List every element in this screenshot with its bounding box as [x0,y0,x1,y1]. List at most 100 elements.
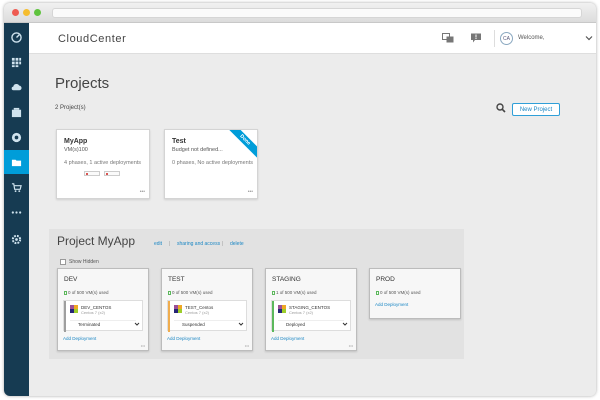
project-budget: Budget not defined... [172,147,223,153]
sidebar-item-settings[interactable] [4,227,29,251]
translate-icon[interactable] [442,33,454,43]
deployment-card[interactable]: STAGING_CENTOS Centos 7 (x2) Deployed [271,300,351,332]
more-icon [11,210,22,214]
show-hidden-checkbox[interactable] [60,259,66,265]
phase-card-dev[interactable]: DEV 0 of 500 VM(s) used DEV_CENTOS Cento… [57,268,149,351]
card-menu-icon[interactable]: ••• [140,189,145,195]
project-card-test[interactable]: Done Test Budget not defined... 0 phases… [164,129,258,199]
sidebar-item-dashboard[interactable] [4,25,29,49]
chevron-down-icon[interactable] [585,34,593,42]
sidebar-item-apps[interactable] [4,50,29,74]
chevron-down-icon[interactable] [134,321,140,327]
window-titlebar [4,3,596,23]
project-count: 2 Project(s) [55,105,86,111]
deployment-status-stripe [168,301,170,332]
sharing-access-link[interactable]: sharing and access [177,241,220,247]
sidebar-item-more[interactable] [4,200,29,224]
close-window-button[interactable] [12,9,19,16]
projects-folder-icon [11,159,22,166]
card-menu-icon[interactable]: ••• [248,189,253,195]
add-deployment-link[interactable]: Add Deployment [375,302,408,307]
add-deployment-link[interactable]: Add Deployment [167,336,200,341]
avatar[interactable]: CA [500,32,513,45]
apps-grid-icon [11,57,22,67]
vm-usage-icon [376,290,379,295]
centos-logo-icon [70,305,78,313]
page-title: Projects [55,75,110,92]
main-content: Projects 2 Project(s) New Project MyApp … [29,55,596,396]
phase-card-staging[interactable]: STAGING 1 of 500 VM(s) used STAGING_CENT… [265,268,357,351]
brand-logo: CloudCenter [58,33,127,45]
search-icon[interactable] [496,103,506,113]
centos-logo-icon [174,305,182,313]
top-bar: CloudCenter CA Welcome, [29,23,596,54]
project-detail-title: Project MyApp [57,234,136,248]
maximize-window-button[interactable] [34,9,41,16]
project-name: MyApp [64,138,88,145]
phase-indicator [104,171,120,176]
phase-name: DEV [64,276,78,283]
deployment-os: Centos 7 (x2) [81,310,106,315]
delete-link[interactable]: delete [230,241,244,247]
project-detail-panel: Project MyApp edit | sharing and access … [49,229,464,359]
sidebar-item-marketplace[interactable] [4,175,29,199]
deployment-os: Centos 7 (x2) [289,310,314,315]
minimize-window-button[interactable] [23,9,30,16]
sidebar-item-environments[interactable] [4,100,29,124]
add-deployment-link[interactable]: Add Deployment [63,336,96,341]
deployment-status: Deployed [278,320,344,328]
phase-menu-icon[interactable]: ••• [245,343,249,348]
welcome-text: Welcome, [518,35,545,41]
sidebar-item-deploy[interactable] [4,75,29,99]
add-deployment-link[interactable]: Add Deployment [271,336,304,341]
phase-name: TEST [168,276,185,283]
vm-usage-icon [168,290,171,295]
link-separator: | [169,241,171,247]
app-window: CloudCenter CA Welcome, Projects 2 Proje… [4,3,596,396]
phase-usage: 0 of 500 VM(s) used [376,290,421,295]
deployment-status: Suspended [174,320,240,328]
phase-menu-icon[interactable]: ••• [349,343,353,348]
feedback-icon[interactable] [470,33,482,43]
deployment-card[interactable]: DEV_CENTOS Centos 7 (x2) Terminated [63,300,143,332]
new-project-button[interactable]: New Project [512,103,560,116]
marketplace-cart-icon [11,182,22,192]
centos-logo-icon [278,305,286,313]
link-separator: | [222,241,224,247]
phase-usage: 1 of 500 VM(s) used [272,290,317,295]
deployment-status: Terminated [70,320,136,328]
sidebar-item-clouds[interactable] [4,125,29,149]
phase-usage: 0 of 500 VM(s) used [168,290,213,295]
vm-usage-icon [272,290,275,295]
deployment-status-stripe [64,301,66,332]
phase-name: STAGING [272,276,301,283]
sidebar [4,23,29,396]
chevron-down-icon[interactable] [342,321,348,327]
project-vm-count: VM(s)100 [64,147,88,153]
project-description: 4 phases, 1 active deployments [64,160,142,166]
dashboard-icon [11,31,22,43]
sidebar-item-projects[interactable] [4,150,29,174]
edit-link[interactable]: edit [154,241,162,247]
cloud-deploy-icon [11,83,22,90]
phase-usage: 0 of 500 VM(s) used [64,290,109,295]
phase-menu-icon[interactable]: ••• [141,343,145,348]
project-name: Test [172,138,186,145]
chevron-down-icon[interactable] [238,321,244,327]
phase-indicator [84,171,100,176]
deployment-card[interactable]: TEST_Centos Centos 7 (x2) Suspended [167,300,247,332]
settings-gear-icon [11,234,22,244]
status-ribbon: Done [223,130,257,162]
phase-name: PROD [376,276,395,283]
deployment-os: Centos 7 (x2) [185,310,210,315]
phase-card-prod[interactable]: PROD 0 of 500 VM(s) used Add Deployment [369,268,461,319]
show-hidden-toggle[interactable]: Show Hidden [60,259,99,265]
topbar-divider [494,30,495,47]
project-description: 0 phases, No active deployments [172,160,254,166]
address-bar[interactable] [52,8,582,18]
clouds-icon [11,132,22,142]
vm-usage-icon [64,290,67,295]
phase-card-test[interactable]: TEST 0 of 500 VM(s) used TEST_Centos Cen… [161,268,253,351]
deployment-status-stripe [272,301,274,332]
project-card-myapp[interactable]: MyApp VM(s)100 4 phases, 1 active deploy… [56,129,150,199]
